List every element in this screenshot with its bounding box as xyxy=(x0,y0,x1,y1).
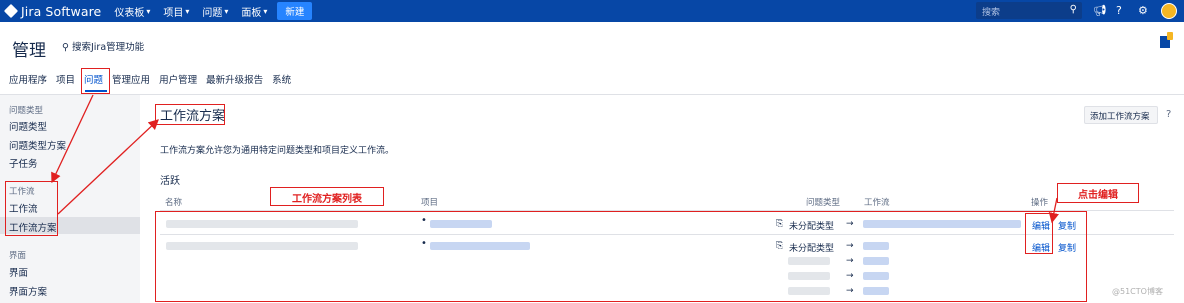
megaphone-icon[interactable]: 📢︎ xyxy=(1093,4,1107,17)
chevron-down-icon: ▾ xyxy=(146,6,151,16)
page-description: 工作流方案允许您为通用特定问题类型和项目定义工作流。 xyxy=(160,146,395,156)
column-header-workflow: 工作流 xyxy=(864,198,890,208)
tab-manage-apps[interactable]: 管理应用 xyxy=(103,72,150,86)
chevron-down-icon: ▾ xyxy=(263,6,268,16)
column-header-project: 项目 xyxy=(421,198,439,208)
admin-tabs: 应用程序 项目 问题 管理应用 用户管理 最新升级报告 系统 xyxy=(0,72,291,86)
annotation-box-sidebar-workflow xyxy=(5,181,58,236)
jira-diamond-icon xyxy=(3,3,19,19)
column-header-issue-type: 问题类型 xyxy=(806,198,841,208)
column-header-actions: 操作 xyxy=(1031,198,1049,208)
tab-user-management[interactable]: 用户管理 xyxy=(150,72,197,86)
annotation-box-edit-links xyxy=(1025,213,1053,254)
chevron-down-icon: ▾ xyxy=(224,6,229,16)
tab-upgrade-report[interactable]: 最新升级报告 xyxy=(197,72,263,86)
page-header-title: 管理 xyxy=(12,41,46,61)
annotation-box-table xyxy=(155,211,1087,302)
annotation-box-issues-tab xyxy=(81,68,110,94)
menu-projects[interactable]: 项目 ▾ xyxy=(163,4,189,19)
watermark: @51CTO博客 xyxy=(1112,287,1163,296)
user-avatar[interactable] xyxy=(1161,3,1177,19)
add-workflow-scheme-button[interactable]: 添加工作流方案 xyxy=(1084,106,1158,124)
global-search-input[interactable]: 搜索 ⚲ xyxy=(976,2,1082,19)
annotation-label-click-edit: 点击编辑 xyxy=(1057,183,1139,203)
divider xyxy=(0,94,1184,95)
admin-search-link[interactable]: ⚲ 搜索Jira管理功能 xyxy=(62,39,144,53)
tab-system[interactable]: 系统 xyxy=(263,72,291,86)
sidebar-item-issue-types[interactable]: 问题类型 xyxy=(9,119,47,133)
menu-boards[interactable]: 面板 ▾ xyxy=(241,4,267,19)
notification-badge xyxy=(1167,32,1173,40)
product-name: Jira Software xyxy=(21,3,102,19)
menu-dashboards[interactable]: 仪表板 ▾ xyxy=(114,4,150,19)
sidebar-group-screens: 界面 xyxy=(9,251,27,261)
sidebar-group-issue-types: 问题类型 xyxy=(9,106,44,116)
gear-icon[interactable]: ⚙ xyxy=(1138,4,1148,17)
jira-logo[interactable]: Jira Software xyxy=(3,3,102,19)
sidebar-item-subtasks[interactable]: 子任务 xyxy=(9,156,38,170)
sidebar-item-screen-schemes[interactable]: 界面方案 xyxy=(9,284,47,298)
menu-issues[interactable]: 问题 ▾ xyxy=(202,4,228,19)
search-icon: ⚲ xyxy=(1069,4,1077,15)
tab-projects[interactable]: 项目 xyxy=(47,72,75,86)
help-circle-icon[interactable]: ? xyxy=(1166,109,1171,120)
help-icon[interactable]: ? xyxy=(1116,4,1122,17)
annotation-label-table: 工作流方案列表 xyxy=(270,187,384,206)
section-heading-active: 活跃 xyxy=(160,176,180,187)
chevron-down-icon: ▾ xyxy=(185,6,190,16)
annotation-box-title xyxy=(155,104,225,125)
sidebar-item-issue-type-schemes[interactable]: 问题类型方案 xyxy=(9,138,66,152)
column-header-name: 名称 xyxy=(165,198,183,208)
create-button[interactable]: 新建 xyxy=(277,2,313,20)
tab-applications[interactable]: 应用程序 xyxy=(0,72,47,86)
sidebar-item-screens[interactable]: 界面 xyxy=(9,265,28,279)
